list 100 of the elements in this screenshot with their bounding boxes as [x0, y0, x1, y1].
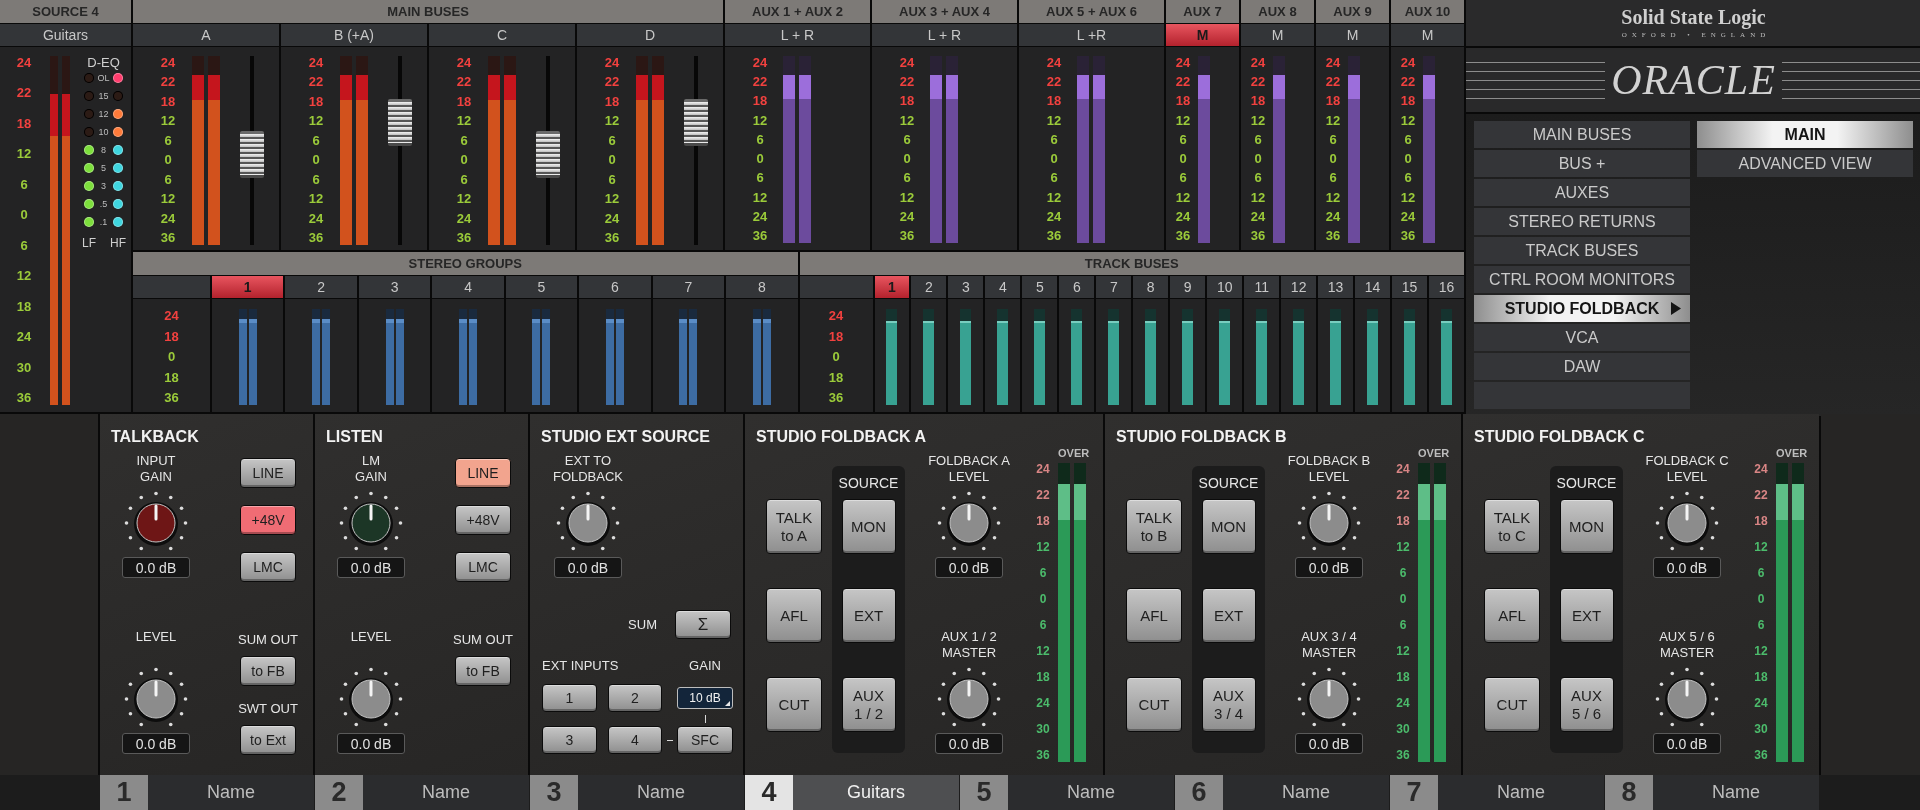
channel-name[interactable]: Name — [1223, 775, 1389, 810]
channel-label[interactable]: A — [133, 24, 279, 46]
channel-label[interactable]: 10 — [1207, 276, 1243, 298]
menu-item[interactable]: STEREO RETURNS — [1474, 208, 1690, 235]
channel-name[interactable]: Name — [1653, 775, 1819, 810]
toggle-button[interactable]: +48V — [240, 505, 296, 535]
fader-handle[interactable] — [684, 98, 708, 146]
channel-label[interactable]: L +R — [1019, 24, 1164, 46]
rotary-knob[interactable] — [937, 667, 1001, 727]
toggle-button[interactable]: Σ — [675, 610, 731, 639]
channel-label[interactable]: L + R — [725, 24, 870, 46]
channel-label[interactable]: 7 — [652, 276, 725, 298]
channel-label[interactable]: 2 — [911, 276, 947, 298]
toggle-button[interactable]: CUT — [1126, 677, 1182, 732]
rotary-knob[interactable] — [1655, 667, 1719, 727]
toggle-button[interactable]: MON — [841, 499, 896, 554]
toggle-button[interactable]: TALK to B — [1126, 499, 1182, 554]
channel-label[interactable]: 11 — [1244, 276, 1280, 298]
rotary-knob[interactable] — [339, 667, 403, 727]
channel-label[interactable]: 15 — [1392, 276, 1428, 298]
channel-label[interactable]: M — [1391, 24, 1464, 46]
channel-label[interactable]: 3 — [948, 276, 984, 298]
channel-label[interactable]: D — [577, 24, 723, 46]
toggle-button[interactable]: SFC — [677, 726, 733, 754]
rotary-knob[interactable] — [556, 491, 620, 551]
channel-name[interactable]: Guitars — [793, 775, 959, 810]
rotary-knob[interactable] — [1655, 491, 1719, 551]
toggle-button[interactable]: LMC — [240, 552, 296, 582]
toggle-button[interactable]: AUX 5 / 6 — [1559, 677, 1614, 732]
rotary-knob[interactable] — [124, 667, 188, 727]
toggle-button[interactable]: 1 — [542, 684, 597, 712]
channel-label[interactable]: 14 — [1355, 276, 1391, 298]
channel-label[interactable]: B (+A) — [281, 24, 427, 46]
channel-label[interactable]: M — [1166, 24, 1239, 46]
channel-number[interactable]: 1 — [100, 775, 148, 810]
channel-label[interactable]: 3 — [358, 276, 431, 298]
channel-label[interactable]: 5 — [1022, 276, 1058, 298]
channel-label[interactable]: 7 — [1096, 276, 1132, 298]
rotary-knob[interactable] — [1297, 491, 1361, 551]
channel-number[interactable]: 5 — [960, 775, 1008, 810]
toggle-button[interactable]: TALK to A — [766, 499, 822, 554]
channel-name[interactable]: Name — [1438, 775, 1604, 810]
channel-number[interactable]: 6 — [1175, 775, 1223, 810]
toggle-button[interactable]: 4 — [608, 726, 662, 754]
toggle-button[interactable]: AUX 1 / 2 — [841, 677, 896, 732]
channel-number[interactable]: 3 — [530, 775, 578, 810]
toggle-button[interactable]: 3 — [542, 726, 597, 754]
fader-handle[interactable] — [388, 98, 412, 146]
channel-label[interactable]: 16 — [1429, 276, 1464, 298]
fader-handle[interactable] — [240, 131, 264, 179]
toggle-button[interactable]: 2 — [608, 684, 662, 712]
toggle-button[interactable]: EXT — [1201, 588, 1256, 643]
menu-item[interactable]: MAIN BUSES — [1474, 121, 1690, 148]
toggle-button[interactable]: +48V — [455, 505, 511, 535]
channel-number[interactable]: 7 — [1390, 775, 1438, 810]
channel-label[interactable]: 2 — [285, 276, 357, 298]
view-item[interactable]: MAIN — [1697, 121, 1913, 148]
view-item[interactable]: ADVANCED VIEW — [1697, 150, 1913, 177]
rotary-knob[interactable] — [937, 491, 1001, 551]
channel-name[interactable]: Name — [363, 775, 529, 810]
toggle-button[interactable]: LMC — [455, 552, 511, 582]
toggle-button[interactable]: LINE — [455, 458, 511, 488]
channel-label[interactable]: 8 — [726, 276, 798, 298]
toggle-button[interactable]: LINE — [240, 458, 296, 488]
channel-label[interactable]: M — [1241, 24, 1314, 46]
toggle-button[interactable]: to FB — [240, 656, 296, 686]
menu-item[interactable]: TRACK BUSES — [1474, 237, 1690, 264]
toggle-button[interactable]: to Ext — [240, 725, 296, 755]
menu-item[interactable]: CTRL ROOM MONITORS — [1474, 266, 1690, 293]
toggle-button[interactable]: MON — [1201, 499, 1256, 554]
channel-label[interactable]: C — [429, 24, 575, 46]
channel-label[interactable]: 12 — [1281, 276, 1317, 298]
menu-item[interactable]: DAW — [1474, 353, 1690, 380]
channel-name[interactable]: Name — [148, 775, 314, 810]
channel-label[interactable]: 6 — [579, 276, 651, 298]
channel-label[interactable]: 6 — [1059, 276, 1095, 298]
menu-item[interactable]: VCA — [1474, 324, 1690, 351]
gain-display[interactable]: 10 dB — [677, 687, 733, 709]
channel-label[interactable]: 4 — [432, 276, 504, 298]
toggle-button[interactable]: AFL — [1484, 588, 1540, 643]
toggle-button[interactable]: TALK to C — [1484, 499, 1540, 554]
channel-label[interactable]: 5 — [505, 276, 578, 298]
toggle-button[interactable]: AFL — [766, 588, 822, 643]
toggle-button[interactable]: EXT — [841, 588, 896, 643]
toggle-button[interactable]: EXT — [1559, 588, 1614, 643]
toggle-button[interactable]: MON — [1559, 499, 1614, 554]
channel-number[interactable]: 2 — [315, 775, 363, 810]
channel-name[interactable]: Name — [578, 775, 744, 810]
toggle-button[interactable]: AFL — [1126, 588, 1182, 643]
channel-number[interactable]: 8 — [1605, 775, 1653, 810]
menu-item[interactable]: STUDIO FOLDBACK — [1474, 295, 1690, 322]
channel-label[interactable]: 13 — [1318, 276, 1354, 298]
channel-name[interactable]: Name — [1008, 775, 1174, 810]
channel-label[interactable]: L + R — [872, 24, 1017, 46]
rotary-knob[interactable] — [1297, 667, 1361, 727]
channel-label[interactable]: 9 — [1170, 276, 1206, 298]
channel-label[interactable]: M — [1316, 24, 1389, 46]
menu-item[interactable]: BUS + — [1474, 150, 1690, 177]
channel-label[interactable]: 8 — [1133, 276, 1169, 298]
toggle-button[interactable]: CUT — [1484, 677, 1540, 732]
